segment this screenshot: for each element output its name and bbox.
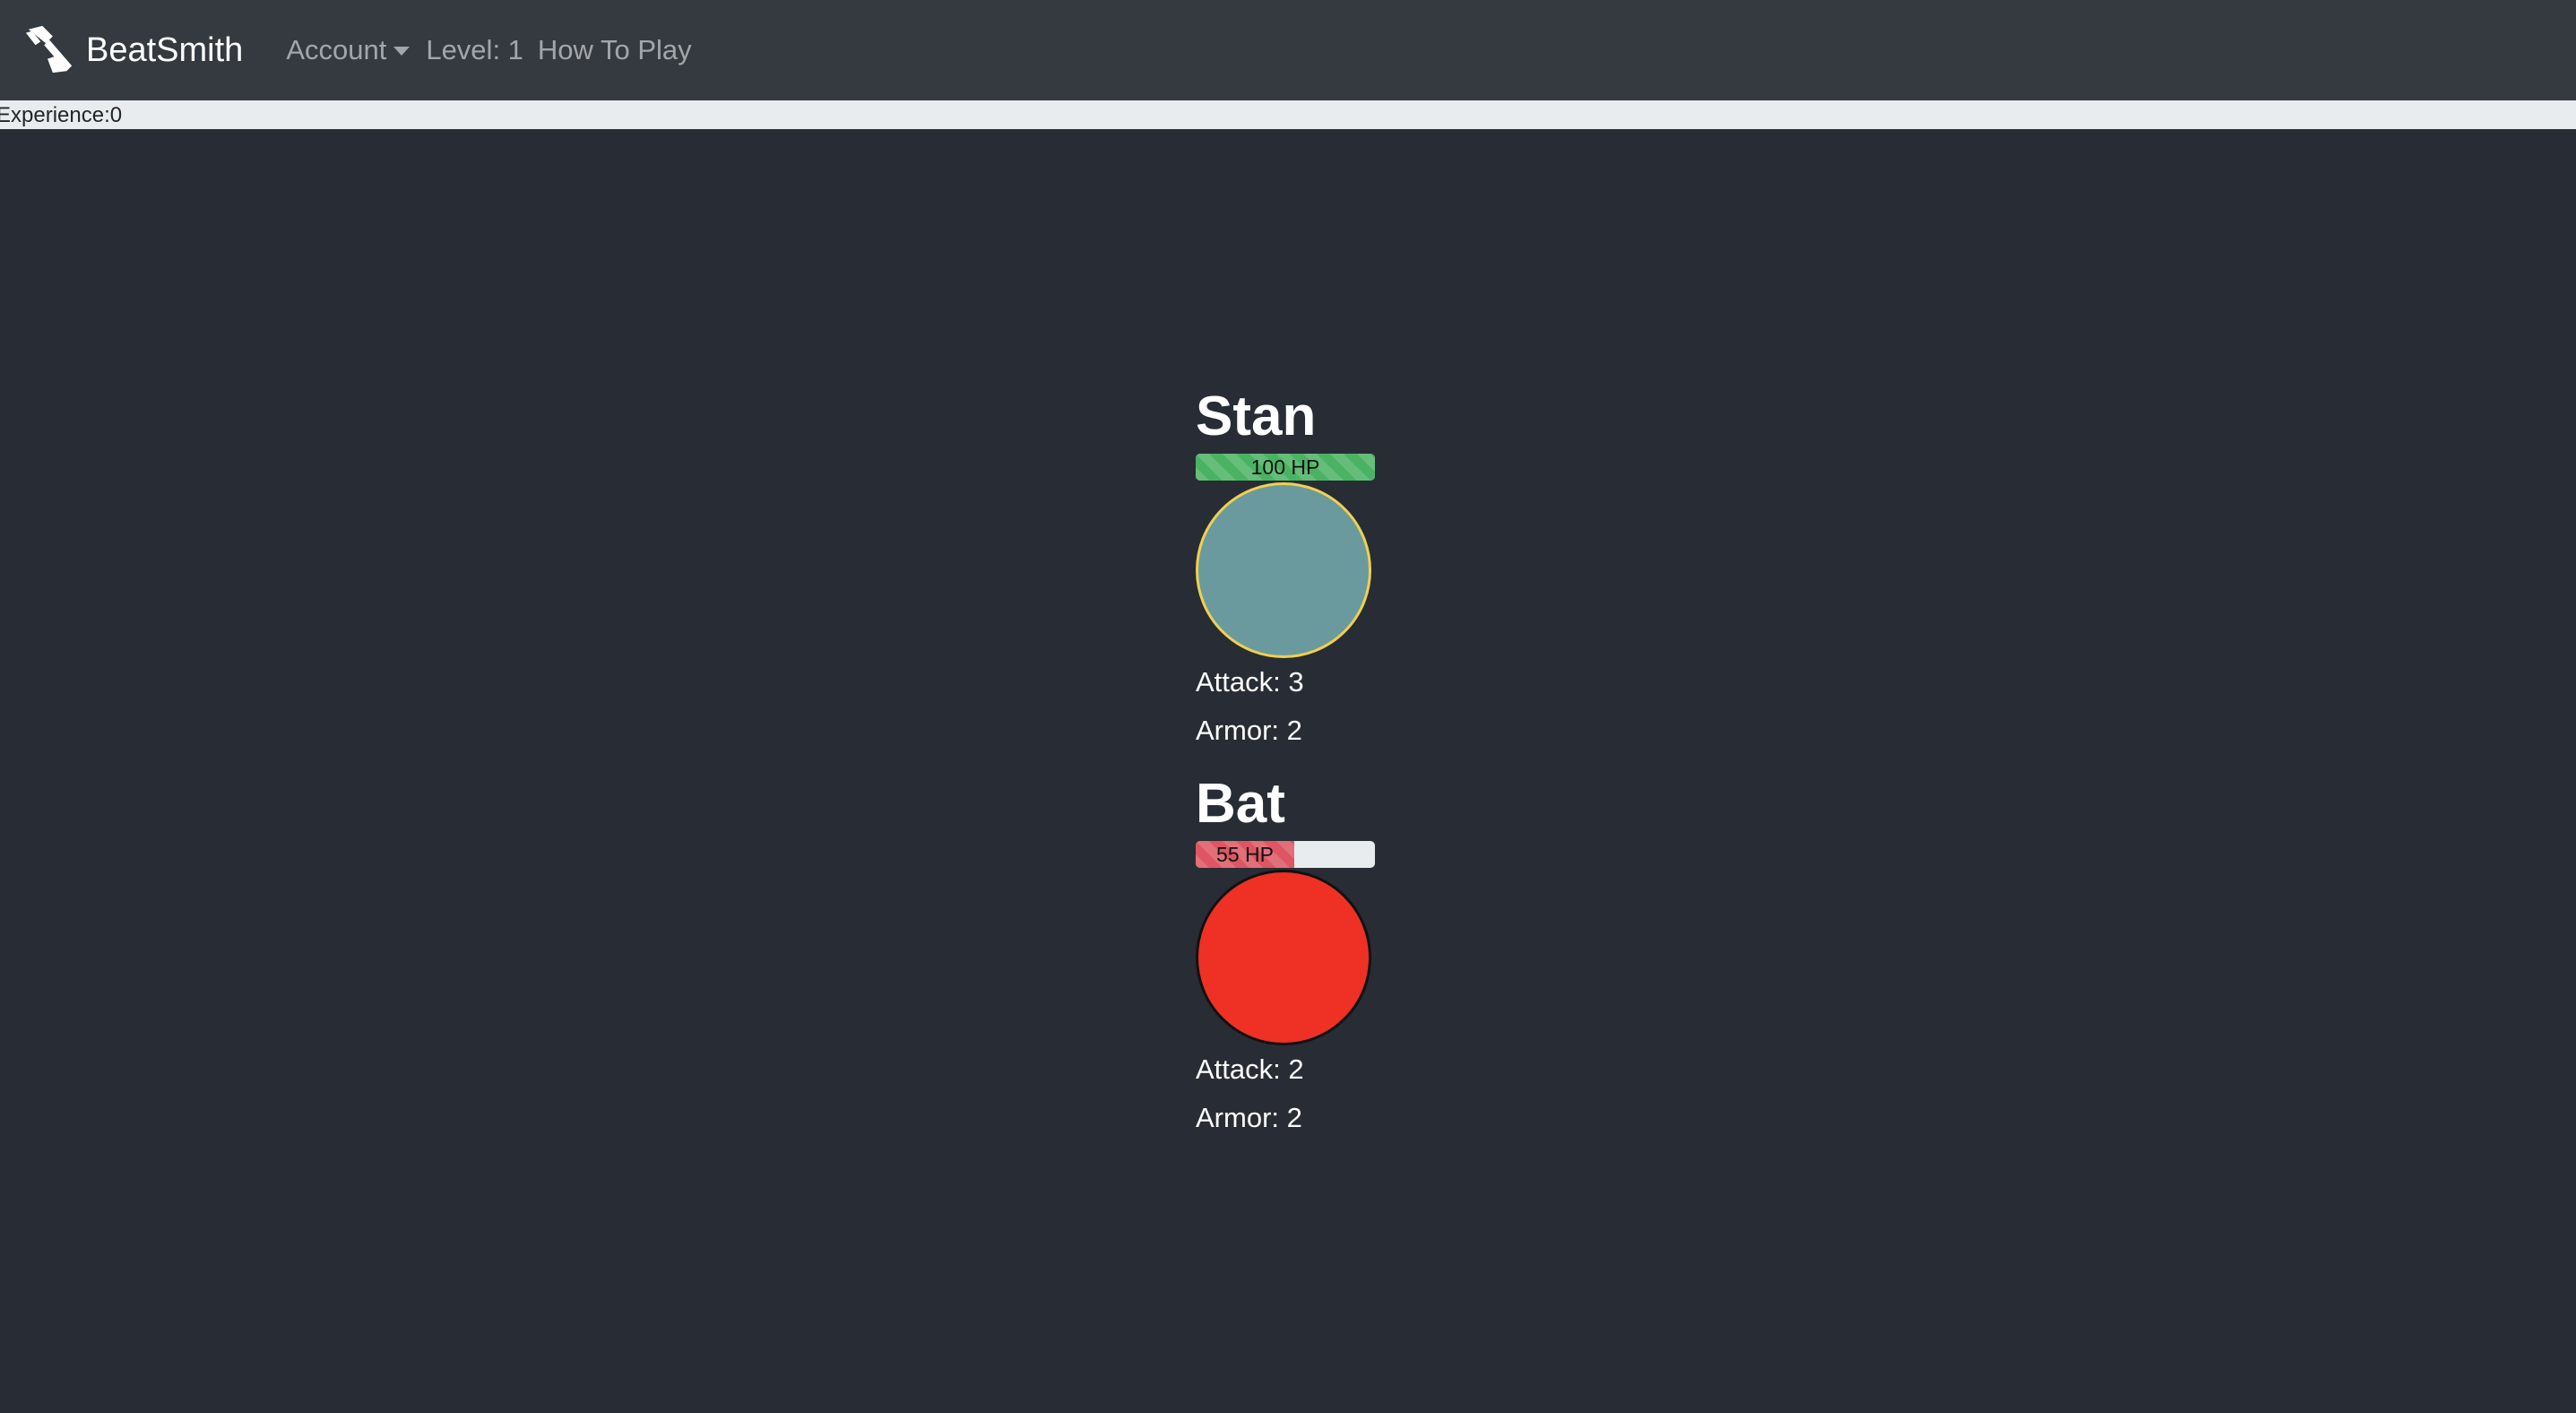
experience-bar: Experience:0 [0, 100, 2576, 129]
caret-down-icon [393, 47, 411, 56]
hero-attack: Attack: 3 [1196, 666, 1304, 698]
brand-name: BeatSmith [86, 30, 244, 69]
enemy-card: Bat 55 HP Attack: 2 Armor: 2 [1196, 773, 1375, 1142]
enemy-name: Bat [1196, 773, 1285, 835]
hammer-icon [25, 25, 73, 74]
enemy-avatar[interactable] [1196, 870, 1371, 1045]
level-indicator: Level: 1 [426, 34, 523, 65]
top-navbar: BeatSmith Account Level: 1 How To Play [0, 0, 2576, 100]
account-label: Account [286, 34, 387, 65]
account-dropdown[interactable]: Account [286, 34, 411, 66]
enemy-armor: Armor: 2 [1196, 1102, 1302, 1133]
enemy-attack: Attack: 2 [1196, 1053, 1304, 1085]
brand-link[interactable]: BeatSmith [23, 24, 243, 76]
how-to-play-link[interactable]: How To Play [538, 34, 692, 66]
enemy-hp-bar: 55 HP [1196, 841, 1375, 868]
hero-name: Stan [1196, 386, 1317, 447]
hero-hp-text: 100 HP [1250, 455, 1320, 479]
hero-card: Stan 100 HP Attack: 3 Armor: 2 [1196, 386, 1375, 755]
hero-hp-bar: 100 HP [1196, 454, 1375, 481]
experience-label: Experience:0 [0, 103, 123, 127]
hero-avatar[interactable] [1196, 482, 1371, 658]
enemy-hp-text: 55 HP [1216, 843, 1274, 866]
hero-armor: Armor: 2 [1196, 715, 1302, 746]
